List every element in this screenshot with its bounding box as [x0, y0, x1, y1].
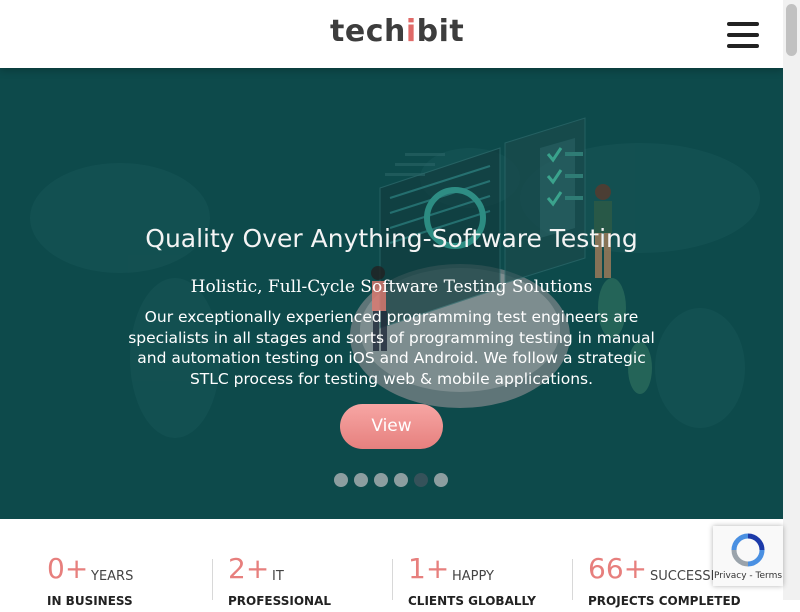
hero-content: Quality Over Anything-Software Testing H…: [0, 68, 783, 519]
stat-number: 2+: [228, 552, 270, 585]
logo-text-start: tech: [330, 14, 406, 49]
hero-title: Quality Over Anything-Software Testing: [145, 224, 638, 253]
stats-section: 0+ YEARS IN BUSINESS 2+ IT PROFESSIONAL …: [0, 519, 783, 608]
slider-dot-1[interactable]: [334, 473, 348, 487]
logo-text-accent: i: [405, 14, 417, 49]
stat-label: YEARS: [91, 569, 134, 584]
slider-dot-2[interactable]: [354, 473, 368, 487]
slider-dot-6[interactable]: [434, 473, 448, 487]
slider-dots: [334, 473, 448, 489]
stat-divider: [212, 559, 213, 600]
scrollbar-thumb[interactable]: [786, 4, 797, 56]
techbit-logo[interactable]: techibit: [330, 14, 464, 49]
logo-text-end: bit: [416, 14, 465, 49]
stat-number: 0+: [47, 552, 89, 585]
recaptcha-icon: [731, 533, 765, 567]
stat-label: IT: [272, 569, 284, 584]
stat-sublabel: CLIENTS GLOBALLY: [408, 594, 536, 608]
recaptcha-badge[interactable]: Privacy - Terms: [713, 526, 783, 586]
view-button[interactable]: View: [340, 404, 443, 449]
slider-dot-4[interactable]: [394, 473, 408, 487]
slider-dot-3[interactable]: [374, 473, 388, 487]
stat-sublabel: IN BUSINESS: [47, 594, 133, 608]
slider-dot-5[interactable]: [414, 473, 428, 487]
stat-number: 1+: [408, 552, 450, 585]
stat-divider: [572, 559, 573, 600]
stat-divider: [392, 559, 393, 600]
stat-number: 66+: [588, 552, 648, 585]
hero-description: Our exceptionally experienced programmin…: [128, 308, 655, 388]
site-header: techibit: [0, 0, 783, 68]
recaptcha-privacy-terms[interactable]: Privacy - Terms: [713, 571, 783, 581]
page-scrollbar[interactable]: [783, 0, 800, 600]
stat-sublabel: PROFESSIONAL: [228, 594, 332, 608]
hero-subtitle: Holistic, Full-Cycle Software Testing So…: [190, 277, 593, 297]
hero-slider: Quality Over Anything-Software Testing H…: [0, 68, 783, 519]
stat-sublabel: PROJECTS COMPLETED: [588, 594, 741, 608]
stat-label: HAPPY: [452, 569, 495, 584]
hamburger-menu-icon[interactable]: [727, 22, 759, 48]
